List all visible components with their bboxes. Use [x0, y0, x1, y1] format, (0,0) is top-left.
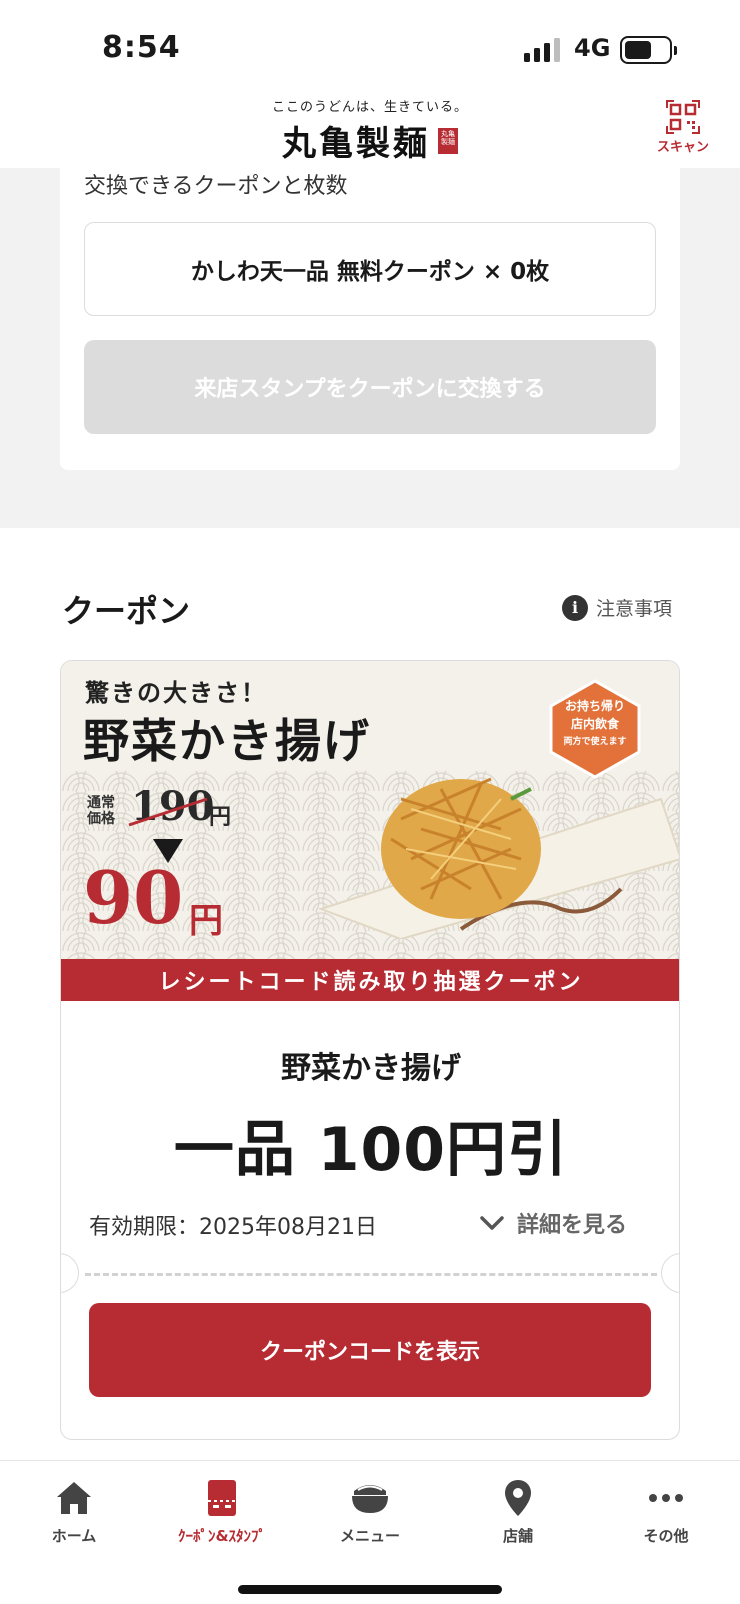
exchange-stamp-button[interactable]: 来店スタンプをクーポンに交換する [84, 340, 656, 434]
battery-icon [620, 36, 677, 64]
home-icon [57, 1482, 91, 1514]
tab-other[interactable]: その他 [592, 1475, 740, 1546]
details-label: 詳細を見る [517, 1213, 628, 1238]
coupon-discount: 一品 100円引 [173, 1115, 569, 1185]
tab-coupon-stamp[interactable]: ｸｰﾎﾟﾝ&ｽﾀﾝﾌﾟ [148, 1475, 296, 1546]
scan-button[interactable]: スキャン [652, 100, 714, 155]
notice-link[interactable]: i 注意事項 [562, 594, 672, 621]
banner-strip: レシートコード読み取り抽選クーポン [61, 959, 679, 1001]
brand-logo: 丸亀製麺 [282, 124, 430, 164]
tab-menu[interactable]: メニュー [296, 1475, 444, 1546]
badge-line-2: 店内飲食 [570, 717, 619, 731]
more-icon [649, 1494, 683, 1502]
badge-text: お持ち帰り 店内飲食 両方で使えます [549, 697, 641, 751]
strike-line [128, 797, 208, 827]
status-bar: 8:54 4G [0, 0, 740, 96]
ticket-notch-right [661, 1253, 679, 1293]
badge-line-3: 両方で使えます [563, 737, 627, 747]
section-title: クーポン [62, 592, 191, 630]
chevron-down-icon [480, 1216, 504, 1230]
app-header: ここのうどんは、生きている。 丸亀製麺 丸亀 製麺 スキャン [0, 96, 740, 168]
show-coupon-code-button[interactable]: クーポンコードを表示 [89, 1303, 651, 1397]
tab-home[interactable]: ホーム [0, 1475, 148, 1546]
sale-price: 90 [83, 855, 184, 940]
coupon-icon [208, 1480, 236, 1516]
brand-tagline: ここのうどんは、生きている。 [271, 100, 468, 115]
tab-label: 店舗 [502, 1527, 533, 1545]
regular-price-unit: 円 [209, 805, 232, 830]
notice-label: 注意事項 [596, 598, 673, 620]
details-toggle[interactable]: 詳細を見る [479, 1207, 627, 1239]
coupon-count-box: かしわ天一品 無料クーポン × 0枚 [84, 222, 656, 316]
coupon-banner: 驚きの大きさ！ 野菜かき揚げ 通常価格 190 円 90 円 お持ち帰り 店内飲… [61, 661, 679, 1001]
scan-label: スキャン [656, 140, 709, 155]
coupon-card: 驚きの大きさ！ 野菜かき揚げ 通常価格 190 円 90 円 お持ち帰り 店内飲… [60, 660, 680, 1440]
perforation-divider [85, 1273, 657, 1276]
stamp-area: 交換できるクーポンと枚数 かしわ天一品 無料クーポン × 0枚 来店スタンプをク… [0, 168, 740, 528]
tab-label: その他 [643, 1527, 689, 1545]
tab-bar: ホーム ｸｰﾎﾟﾝ&ｽﾀﾝﾌﾟ メニュー 店舗 その他 [0, 1460, 740, 1604]
coupon-name: 野菜かき揚げ [281, 1051, 461, 1086]
exchange-caption: 交換できるクーポンと枚数 [84, 174, 348, 199]
tab-label: ホーム [51, 1527, 97, 1545]
brand-seal-icon: 丸亀 製麺 [438, 127, 458, 154]
regular-price-label: 通常価格 [87, 795, 115, 827]
location-pin-icon [505, 1480, 531, 1516]
ticket-notch-left [61, 1253, 79, 1293]
banner-product: 野菜かき揚げ [83, 714, 371, 768]
home-indicator [238, 1585, 502, 1594]
network-type: 4G [574, 34, 611, 62]
badge-line-1: お持ち帰り [564, 699, 625, 713]
tab-label: ｸｰﾎﾟﾝ&ｽﾀﾝﾌﾟ [177, 1527, 267, 1545]
sale-price-unit: 円 [189, 901, 223, 941]
coupon-section: クーポン i 注意事項 驚きの大きさ！ 野菜かき揚げ 通常価格 190 円 90… [0, 528, 740, 1460]
info-icon: i [562, 594, 588, 621]
stamp-card: 交換できるクーポンと枚数 かしわ天一品 無料クーポン × 0枚 来店スタンプをク… [60, 168, 680, 470]
banner-catchphrase: 驚きの大きさ！ [85, 678, 267, 707]
clock: 8:54 [102, 30, 181, 65]
bowl-icon [352, 1485, 388, 1513]
qr-scan-icon [666, 100, 700, 134]
coupon-expiry: 有効期限：2025年08月21日 [89, 1215, 377, 1240]
cellular-signal-icon [524, 38, 560, 62]
tab-stores[interactable]: 店舗 [444, 1475, 592, 1546]
tab-label: メニュー [339, 1527, 400, 1545]
